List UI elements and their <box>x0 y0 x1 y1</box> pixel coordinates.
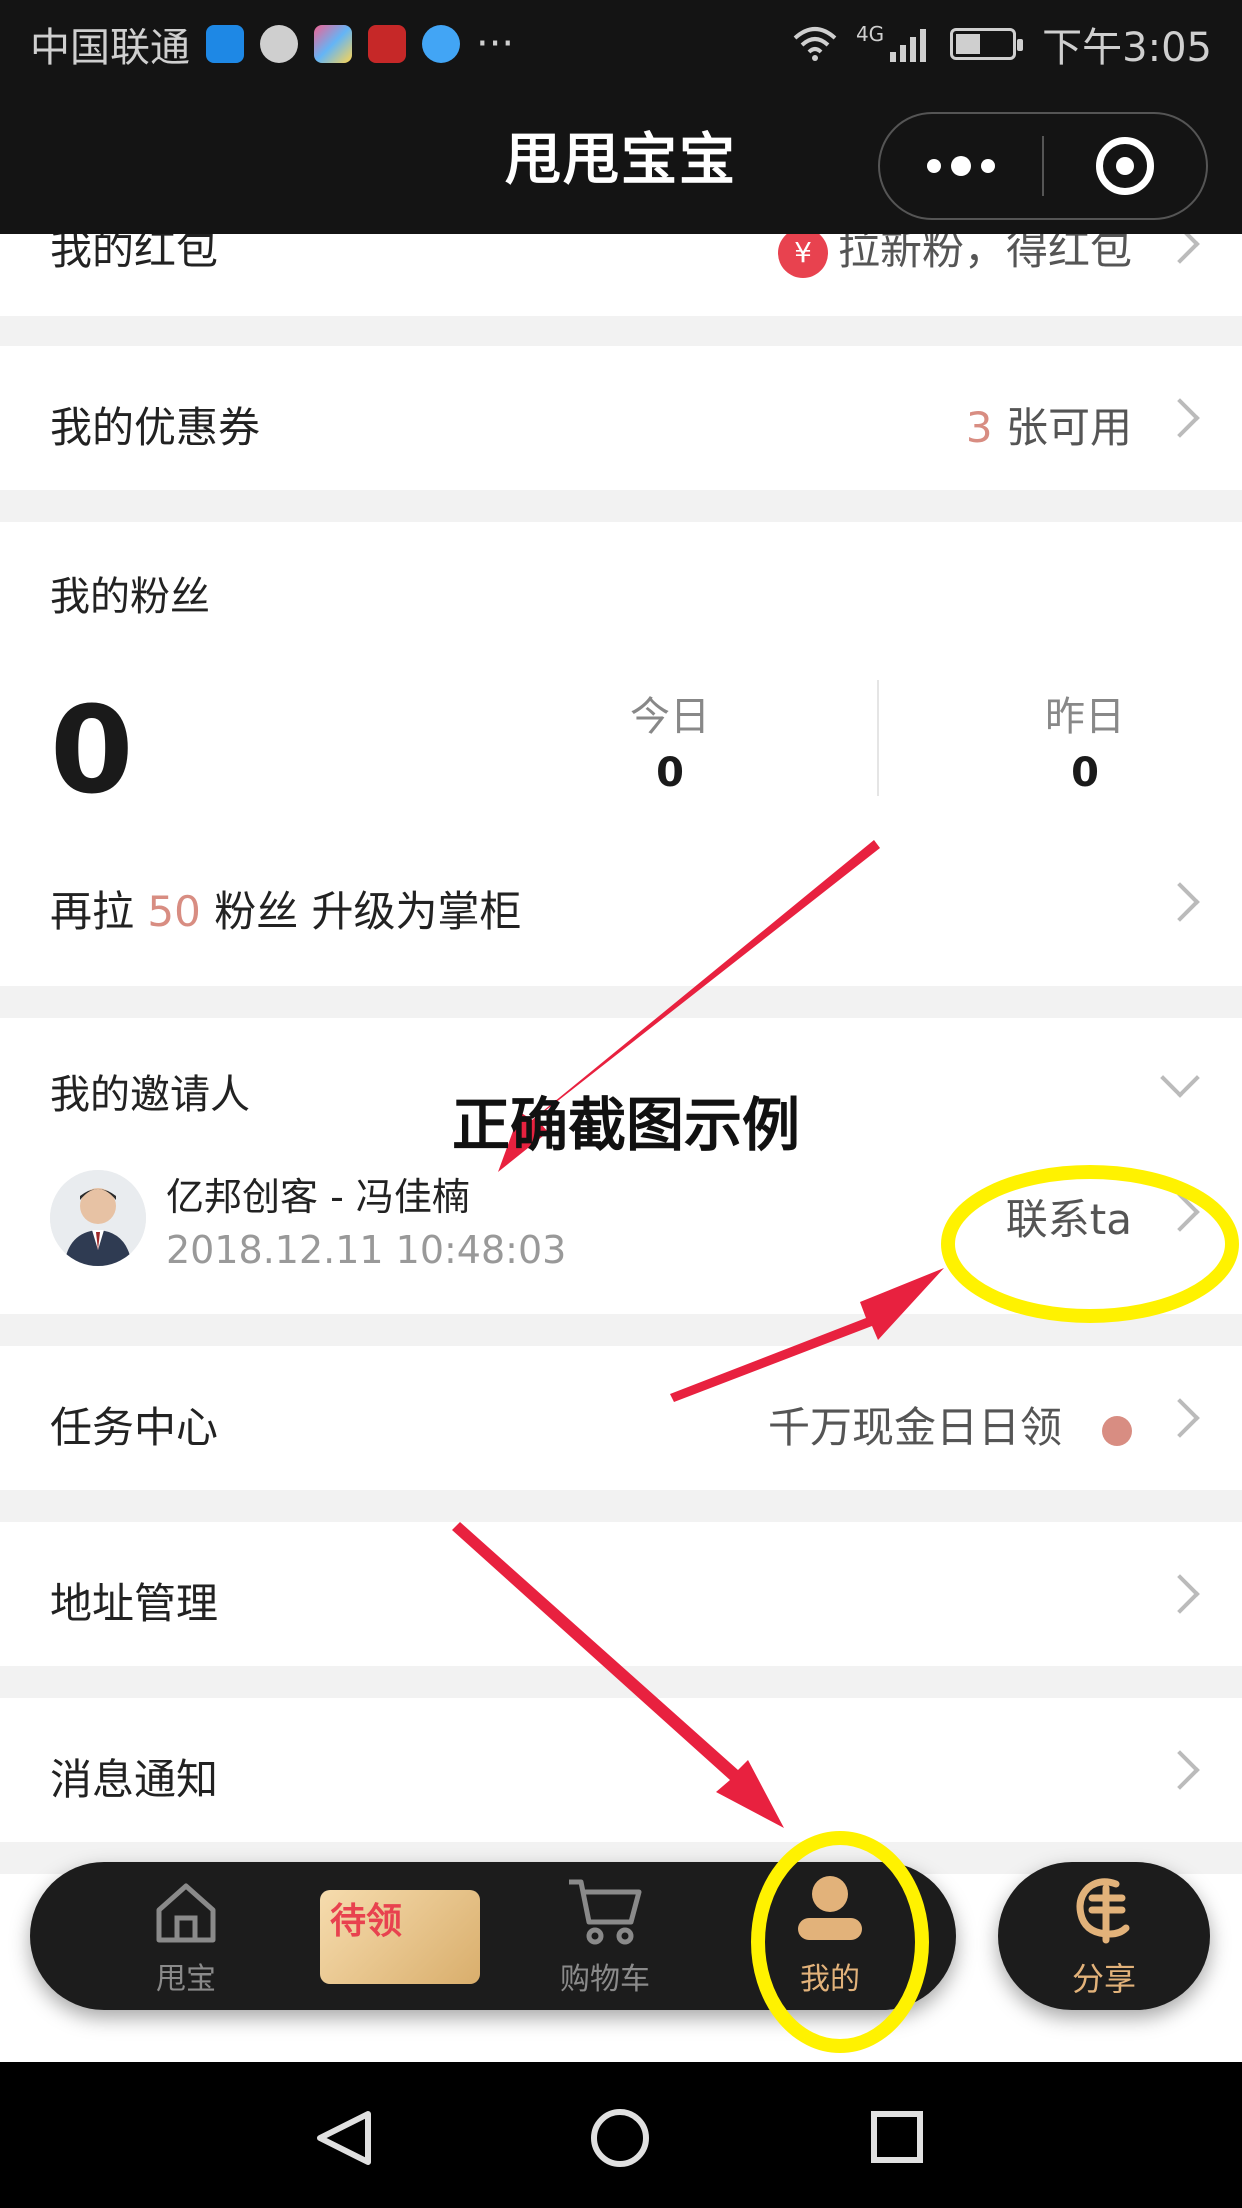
cart-icon <box>569 1879 642 1945</box>
back-button[interactable] <box>294 2088 394 2188</box>
red-packet-hint: ¥ 拉新粉，得红包 <box>777 234 1132 278</box>
yesterday-label: 昨日 <box>1045 694 1125 740</box>
chevron-right-icon <box>1160 1574 1200 1614</box>
tab-mine-label: 我的 <box>800 1962 860 1997</box>
status-bar: 中国联通 ··· 4G 下午3:05 <box>0 0 1242 88</box>
clock: 下午3:05 <box>1042 25 1212 71</box>
notification-dot <box>1102 1415 1132 1446</box>
network-type: 4G <box>855 22 885 46</box>
contact-label: 联系ta <box>1005 1195 1132 1244</box>
shield-app-icon <box>206 25 244 63</box>
fans-card: 我的粉丝 0 今日 0 昨日 0 再拉 50 粉丝 升级为掌柜 <box>0 522 1242 986</box>
messages-row[interactable]: 消息通知 <box>0 1698 1242 1842</box>
red-packet-label: 我的红包 <box>50 234 219 274</box>
share-label: 分享 <box>1071 1960 1136 1998</box>
bottom-tab-bar: 甩宝 待领 购物车 我的 <box>30 1862 956 2010</box>
avatar <box>50 1170 146 1266</box>
wechat-icon <box>260 25 298 63</box>
tab-coupon-label: 待领 <box>330 1901 403 1942</box>
task-center-label: 任务中心 <box>50 1403 219 1452</box>
fans-label: 我的粉丝 <box>50 574 210 620</box>
fans-yesterday: 昨日 0 <box>935 684 1235 796</box>
inviter-card: 我的邀请人 亿邦创客 - 冯佳楠 2018.12.11 10:48:03 联系t… <box>0 1018 1242 1314</box>
chevron-right-icon <box>1160 398 1200 438</box>
share-button[interactable]: 分享 <box>998 1862 1210 2010</box>
today-label: 今日 <box>630 694 710 740</box>
wifi-icon <box>793 27 837 61</box>
photos-app-icon <box>314 25 352 63</box>
invite-time: 2018.12.11 10:48:03 <box>166 1228 567 1272</box>
coupon-icon: 待领 <box>320 1890 480 1984</box>
chevron-down-icon[interactable] <box>1160 1058 1200 1098</box>
recents-button[interactable] <box>847 2088 947 2188</box>
address-row[interactable]: 地址管理 <box>0 1522 1242 1666</box>
messages-label: 消息通知 <box>50 1755 219 1804</box>
chevron-right-icon <box>1160 882 1200 922</box>
address-label: 地址管理 <box>50 1579 219 1628</box>
person-avatar-icon <box>50 1170 146 1266</box>
target-icon <box>1096 137 1154 195</box>
tab-home-label: 甩宝 <box>156 1962 216 1997</box>
tab-home[interactable]: 甩宝 <box>96 1862 276 2010</box>
tab-cart[interactable]: 购物车 <box>515 1862 695 2010</box>
fans-total: 0 <box>50 682 134 821</box>
fans-today: 今日 0 <box>520 684 820 796</box>
red-packet-icon: ¥ <box>777 234 828 278</box>
home-button[interactable] <box>570 2088 670 2188</box>
tab-cart-label: 购物车 <box>560 1962 650 1997</box>
title-bar: 甩甩宝宝 <box>0 88 1242 234</box>
inviter-name: 亿邦创客 - 冯佳楠 <box>166 1175 470 1219</box>
coupons-row[interactable]: 我的优惠券 3 张可用 <box>0 346 1242 490</box>
more-button[interactable] <box>880 114 1042 218</box>
upgrade-count: 50 <box>147 887 201 936</box>
telegram-icon <box>422 25 460 63</box>
today-value: 0 <box>656 750 684 796</box>
more-notifications-icon: ··· <box>476 21 515 67</box>
contact-button[interactable]: 联系ta <box>942 1168 1242 1268</box>
chevron-right-icon <box>1160 1750 1200 1790</box>
mini-program-capsule <box>878 112 1208 220</box>
battery-icon <box>950 28 1024 60</box>
yesterday-value: 0 <box>1071 750 1099 796</box>
home-icon <box>156 1883 216 1943</box>
stat-divider <box>877 680 879 796</box>
red-packet-row[interactable]: 我的红包 ¥ 拉新粉，得红包 <box>0 234 1242 316</box>
task-center-hint: 千万现金日日领 <box>768 1394 1132 1455</box>
carrier-label: 中国联通 <box>30 25 190 71</box>
signal-icon <box>890 29 927 62</box>
close-mini-program-button[interactable] <box>1044 114 1206 218</box>
huawei-app-icon <box>368 25 406 63</box>
tab-mine[interactable]: 我的 <box>740 1862 920 2010</box>
user-icon <box>798 1876 862 1940</box>
task-center-row[interactable]: 任务中心 千万现金日日领 <box>0 1346 1242 1490</box>
upgrade-row[interactable]: 再拉 50 粉丝 升级为掌柜 <box>0 832 1242 972</box>
coupons-available: 3 张可用 <box>966 394 1132 455</box>
more-dots-icon <box>927 159 941 173</box>
chevron-right-icon <box>1160 234 1200 264</box>
android-nav-bar <box>0 2062 1242 2208</box>
chevron-right-icon <box>1160 1192 1200 1232</box>
coupons-label: 我的优惠券 <box>50 403 261 452</box>
coupons-suffix: 张可用 <box>1005 403 1132 452</box>
chevron-right-icon <box>1160 1398 1200 1438</box>
inviter-label: 我的邀请人 <box>50 1072 250 1118</box>
share-coin-icon <box>1076 1878 1130 1944</box>
coupons-count: 3 <box>965 403 993 452</box>
upgrade-text: 再拉 50 粉丝 升级为掌柜 <box>50 887 522 936</box>
